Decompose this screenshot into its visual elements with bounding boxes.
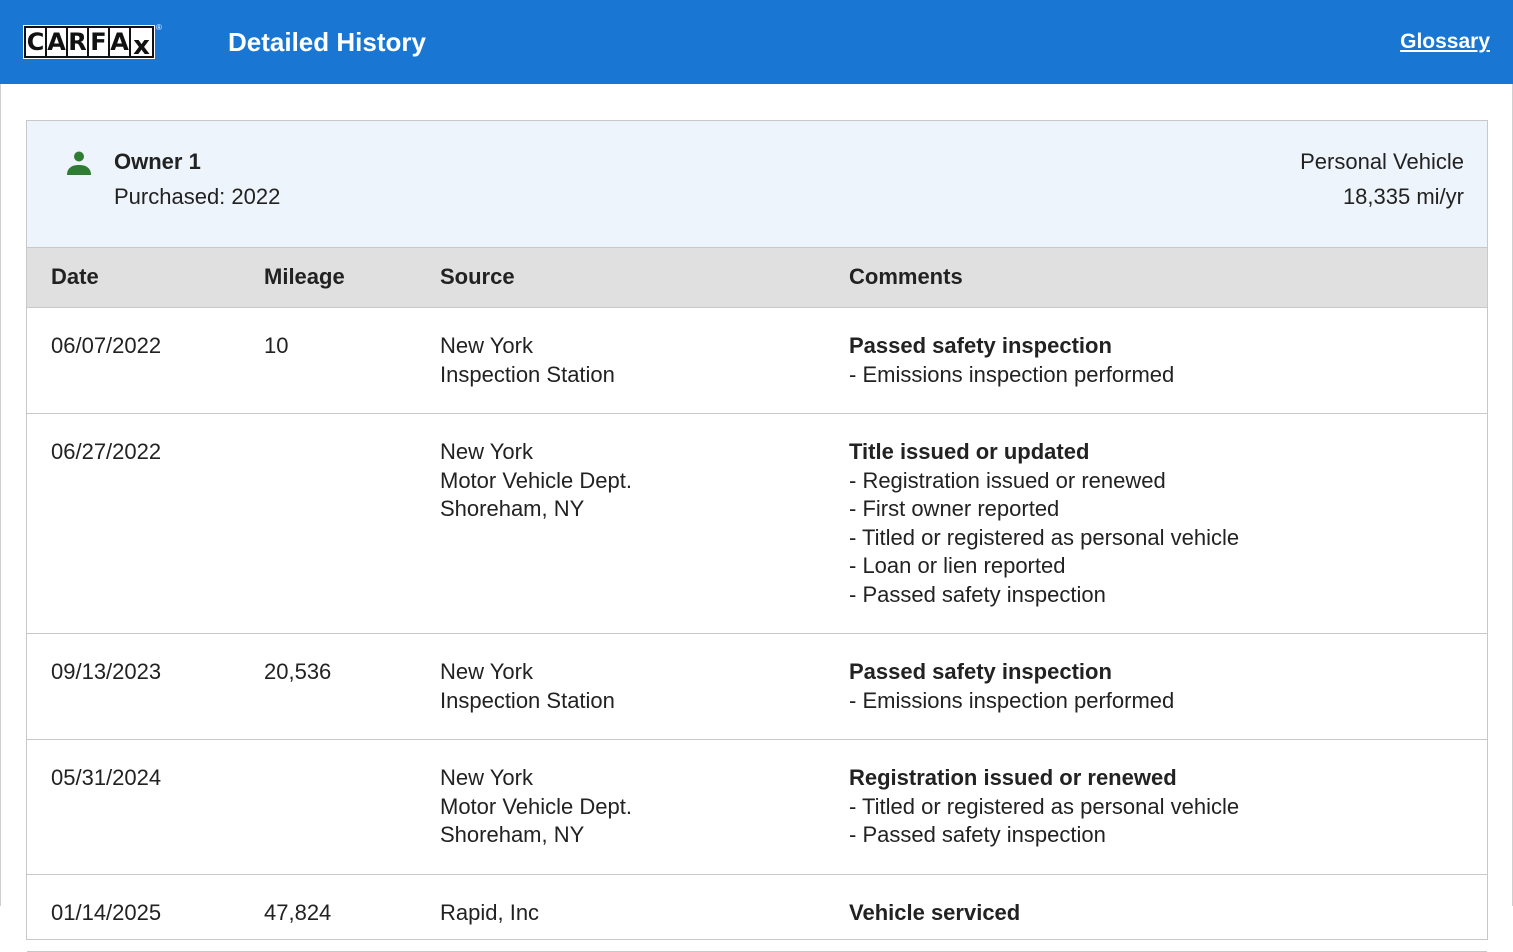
cell-comments: Vehicle serviced: [849, 899, 1020, 928]
cell-comments: Title issued or updated- Registration is…: [849, 438, 1239, 609]
cell-mileage: 10: [264, 332, 288, 361]
logo-letter: C: [26, 28, 47, 56]
comment-item: - Emissions inspection performed: [849, 687, 1174, 716]
source-line: Shoreham, NY: [440, 821, 632, 850]
cell-date: 09/13/2023: [51, 658, 161, 687]
miles-per-year: 18,335 mi/yr: [1343, 183, 1464, 211]
source-line: New York: [440, 438, 632, 467]
column-header-comments: Comments: [849, 263, 963, 291]
comment-item: - Registration issued or renewed: [849, 467, 1239, 496]
source-line: New York: [440, 658, 615, 687]
registered-mark: ®: [156, 23, 162, 32]
cell-comments: Passed safety inspection- Emissions insp…: [849, 658, 1174, 715]
cell-mileage: 47,824: [264, 899, 331, 928]
owner-summary: Owner 1 Purchased: 2022 Personal Vehicle…: [27, 121, 1487, 248]
owner-name: Owner 1: [114, 148, 201, 176]
cell-source: New YorkInspection Station: [440, 332, 615, 389]
cell-comments: Passed safety inspection- Emissions insp…: [849, 332, 1174, 389]
cell-date: 05/31/2024: [51, 764, 161, 793]
table-row: 06/07/2022 10 New YorkInspection Station Pa…: [27, 308, 1487, 414]
page-title: Detailed History: [228, 26, 426, 58]
glossary-link[interactable]: Glossary: [1400, 29, 1490, 55]
cell-comments: Registration issued or renewed- Titled o…: [849, 764, 1239, 850]
cell-date: 06/07/2022: [51, 332, 161, 361]
comment-item: - Passed safety inspection: [849, 581, 1239, 610]
comment-item: - Emissions inspection performed: [849, 361, 1174, 390]
source-line: New York: [440, 332, 615, 361]
table-row: 01/14/2025 47,824 Rapid, Inc Vehicle servic…: [27, 875, 1487, 952]
source-line: Shoreham, NY: [440, 495, 632, 524]
table-row: 06/27/2022 New YorkMotor Vehicle Dept.Sho…: [27, 414, 1487, 634]
cell-date: 01/14/2025: [51, 899, 161, 928]
comment-item: - Passed safety inspection: [849, 821, 1239, 850]
table-header: Date Mileage Source Comments: [27, 248, 1487, 308]
comment-item: - Loan or lien reported: [849, 552, 1239, 581]
source-line: Rapid, Inc: [440, 899, 539, 928]
comment-title: Passed safety inspection: [849, 332, 1174, 361]
owner-purchased: Purchased: 2022: [114, 183, 280, 211]
column-header-date: Date: [51, 263, 99, 291]
comment-title: Registration issued or renewed: [849, 764, 1239, 793]
history-card: Owner 1 Purchased: 2022 Personal Vehicle…: [26, 120, 1488, 940]
comment-item: - Titled or registered as personal vehic…: [849, 793, 1239, 822]
comment-item: - First owner reported: [849, 495, 1239, 524]
table-row: 09/13/2023 20,536 New YorkInspection Stati…: [27, 634, 1487, 740]
source-line: Motor Vehicle Dept.: [440, 467, 632, 496]
column-header-source: Source: [440, 263, 515, 291]
cell-date: 06/27/2022: [51, 438, 161, 467]
carfax-logo: CARFAx ®: [24, 26, 162, 58]
cell-source: New YorkMotor Vehicle Dept.Shoreham, NY: [440, 438, 632, 524]
app-header: CARFAx ® Detailed History Glossary: [0, 0, 1513, 84]
comment-title: Vehicle serviced: [849, 899, 1020, 928]
logo-letter: R: [68, 28, 89, 56]
column-header-mileage: Mileage: [264, 263, 345, 291]
cell-source: Rapid, Inc: [440, 899, 539, 928]
comment-title: Title issued or updated: [849, 438, 1239, 467]
person-icon: [65, 149, 93, 177]
comment-title: Passed safety inspection: [849, 658, 1174, 687]
source-line: Inspection Station: [440, 687, 615, 716]
cell-mileage: 20,536: [264, 658, 331, 687]
source-line: Inspection Station: [440, 361, 615, 390]
logo-letter: x: [131, 28, 152, 56]
vehicle-type: Personal Vehicle: [1300, 148, 1464, 176]
cell-source: New YorkInspection Station: [440, 658, 615, 715]
cell-source: New YorkMotor Vehicle Dept.Shoreham, NY: [440, 764, 632, 850]
source-line: New York: [440, 764, 632, 793]
logo-letter: A: [110, 28, 131, 56]
table-row: 05/31/2024 New YorkMotor Vehicle Dept.Sho…: [27, 740, 1487, 875]
logo-letter: F: [89, 28, 110, 56]
comment-item: - Titled or registered as personal vehic…: [849, 524, 1239, 553]
history-rows: 06/07/202210New YorkInspection StationPa…: [27, 308, 1487, 952]
source-line: Motor Vehicle Dept.: [440, 793, 632, 822]
logo-letter: A: [47, 28, 68, 56]
